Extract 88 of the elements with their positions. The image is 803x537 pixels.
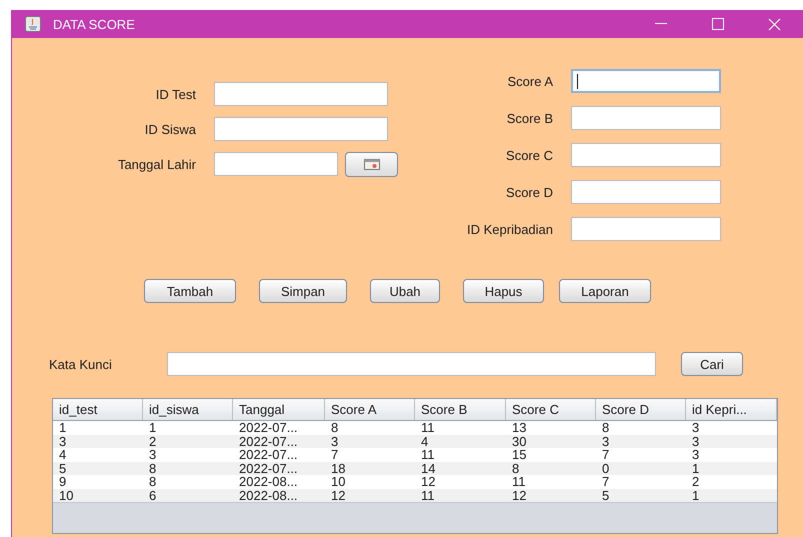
table-cell-text: 2 (148, 434, 158, 448)
column-header[interactable]: Tanggal (233, 399, 325, 420)
table-cell-text: 12 (330, 488, 346, 502)
text-field[interactable] (214, 152, 338, 176)
table-cell-text: 4 (420, 434, 430, 448)
action-button[interactable]: Tambah (144, 279, 236, 303)
table-cell-text: 12 (511, 488, 528, 502)
table-cell-text: 2022-08... (238, 475, 299, 488)
table-cell-text: 7 (601, 448, 610, 462)
action-button[interactable]: Hapus (463, 279, 544, 303)
table-cell-text: 5 (601, 488, 610, 502)
table-cell-text: 3 (691, 421, 700, 434)
table-cell-text: 2022-07... (238, 434, 299, 448)
text-field[interactable] (571, 106, 721, 130)
text-field[interactable] (571, 69, 721, 93)
action-button[interactable]: Simpan (259, 279, 347, 303)
table-cell-text: 18 (330, 462, 346, 475)
table-cell-text: 3 (691, 448, 700, 462)
table-cell-text: 8 (511, 462, 520, 475)
maximize-icon (712, 18, 724, 30)
column-header[interactable]: Score A (325, 399, 415, 420)
table-cell-text: 2022-08... (238, 488, 299, 502)
table-cell-text: 6 (148, 488, 158, 502)
field-label: Score B (506, 110, 553, 126)
minimize-icon (654, 23, 666, 25)
table-cell-text: 14 (420, 462, 436, 475)
table-cell-text: 8 (148, 475, 158, 488)
calendar-icon (364, 158, 380, 170)
app-icon (25, 16, 41, 32)
table-cell-text: 1 (691, 462, 700, 475)
table-cell-text: 5 (58, 462, 68, 475)
table-cell-text: 1 (691, 488, 700, 502)
table-cell-text: 3 (330, 434, 340, 448)
table-cell-text: 13 (511, 421, 528, 434)
close-icon (768, 18, 781, 30)
table-cell-text: 1 (58, 421, 68, 434)
column-header[interactable]: Score C (506, 399, 596, 420)
date-picker-button[interactable] (345, 152, 398, 176)
table-cell-text: 3 (601, 434, 610, 448)
text-field[interactable] (214, 82, 388, 106)
column-header[interactable]: id_test (53, 399, 143, 420)
window-title: DATA SCORE (53, 16, 135, 32)
table-cell-text: 8 (330, 421, 340, 434)
text-caret (577, 74, 578, 88)
table-cell-text: 7 (330, 448, 340, 462)
column-header[interactable]: id_siswa (143, 399, 233, 420)
table-cell-text: 2022-07... (238, 448, 299, 462)
table-cell-text: 3 (691, 434, 700, 448)
field-label: Score C (505, 148, 553, 162)
text-field[interactable] (571, 217, 721, 241)
table-cell-text: 2022-07... (238, 462, 299, 475)
column-header[interactable]: Score B (415, 399, 506, 420)
search-button[interactable]: Cari (681, 352, 743, 376)
table-cell-text: 15 (511, 448, 528, 462)
text-field[interactable] (571, 143, 721, 167)
table-cell-text: 3 (148, 448, 158, 462)
field-label: ID Test (154, 86, 196, 102)
column-header[interactable]: id Kepri... (686, 399, 777, 420)
field-label: Score D (505, 184, 553, 200)
search-field[interactable] (167, 352, 656, 376)
table-cell-text: 11 (511, 475, 526, 488)
table-cell-text: 12 (420, 475, 436, 488)
column-header[interactable]: Score D (596, 399, 686, 420)
field-label: ID Siswa (144, 122, 196, 136)
table-cell-text: 4 (58, 448, 68, 462)
action-button[interactable]: Laporan (559, 279, 651, 303)
table-cell-text: 7 (601, 475, 610, 488)
table-cell-text: 11 (420, 448, 436, 462)
action-button[interactable]: Ubah (370, 279, 440, 303)
table-cell-text: 11 (420, 421, 436, 434)
table-cell-text: 2022-07... (238, 421, 299, 434)
table-cell-text: 8 (148, 462, 158, 475)
field-label: Score A (506, 74, 553, 88)
table-cell-text: 1 (148, 421, 158, 434)
search-label: Kata Kunci (49, 356, 113, 372)
field-label: Tanggal Lahir (116, 156, 196, 172)
table-cell-text: 30 (511, 434, 528, 448)
text-field[interactable] (571, 180, 721, 204)
table-cell-text: 3 (58, 434, 68, 448)
table-cell-text: 0 (601, 462, 610, 475)
table-cell-text: 10 (58, 488, 74, 502)
field-label: ID Kepribadian (466, 222, 553, 236)
table-cell-text: 8 (601, 421, 610, 434)
table-cell-text: 2 (691, 475, 700, 488)
table-cell-text: 9 (58, 475, 68, 488)
table-cell-text: 10 (330, 475, 346, 488)
table-cell-text: 11 (420, 488, 436, 502)
text-field[interactable] (214, 117, 388, 141)
